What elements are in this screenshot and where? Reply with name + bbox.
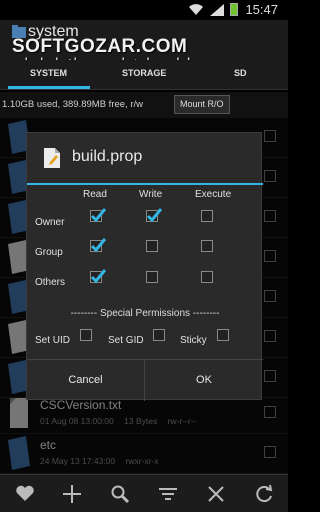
document-icon [44, 148, 60, 168]
row-label-group: Group [35, 247, 63, 258]
search-icon[interactable] [110, 484, 130, 504]
dialog-header: build.prop [27, 133, 263, 183]
others-read-checkbox[interactable] [90, 269, 106, 284]
refresh-icon[interactable] [254, 484, 274, 504]
owner-read-checkbox[interactable] [90, 208, 106, 223]
title-bar: system SOFTGOZAR.COM اولین دانشنامه نرم … [0, 20, 288, 72]
column-execute: Execute [195, 189, 232, 200]
sort-icon[interactable] [158, 484, 178, 504]
others-execute-checkbox[interactable] [201, 271, 213, 283]
setgid-label: Set GID [108, 335, 144, 346]
check-icon [90, 238, 106, 253]
group-execute-checkbox[interactable] [201, 240, 213, 252]
bottom-toolbar [0, 474, 288, 512]
check-icon [146, 208, 162, 223]
signal-icon [210, 4, 224, 16]
tab-bar: SYSTEM STORAGE SD [0, 60, 288, 90]
sticky-checkbox[interactable] [217, 329, 229, 341]
close-icon[interactable] [206, 484, 226, 504]
others-write-checkbox[interactable] [146, 271, 158, 283]
status-bar: 15:47 [0, 0, 288, 20]
check-icon [90, 269, 106, 284]
setuid-checkbox[interactable] [80, 329, 92, 341]
heart-icon[interactable] [15, 484, 35, 504]
check-icon [90, 208, 106, 223]
storage-info-bar: 1.10GB used, 389.89MB free, r/w Mount R/… [0, 92, 288, 118]
row-label-others: Others [35, 277, 66, 288]
wifi-icon [189, 4, 203, 15]
tab-selected-indicator [8, 86, 90, 89]
dialog-button-bar: Cancel OK [27, 359, 263, 401]
dialog-title-divider [27, 183, 263, 185]
group-write-checkbox[interactable] [146, 240, 158, 252]
owner-execute-checkbox[interactable] [201, 210, 213, 222]
owner-write-checkbox[interactable] [146, 208, 162, 223]
battery-icon [230, 3, 238, 16]
permissions-dialog: build.prop Read Write Execute Owner Grou… [26, 132, 263, 401]
column-read: Read [83, 189, 107, 200]
group-read-checkbox[interactable] [90, 238, 106, 253]
clock: 15:47 [245, 2, 278, 17]
tab-system[interactable]: SYSTEM [30, 68, 67, 78]
special-permissions-heading: -------- Special Permissions -------- [70, 308, 220, 319]
setgid-checkbox[interactable] [153, 329, 165, 341]
sticky-label: Sticky [180, 335, 207, 346]
setuid-label: Set UID [35, 335, 71, 346]
tab-sd[interactable]: SD [234, 68, 247, 78]
cancel-button[interactable]: Cancel [27, 360, 145, 401]
plus-icon[interactable] [62, 484, 82, 504]
ok-button[interactable]: OK [145, 360, 263, 401]
tab-storage[interactable]: STORAGE [122, 68, 166, 78]
row-label-owner: Owner [35, 217, 65, 228]
column-write: Write [139, 189, 163, 200]
mount-button[interactable]: Mount R/O [174, 95, 230, 114]
dialog-title: build.prop [72, 148, 143, 165]
watermark-text: SOFTGOZAR.COM [12, 36, 188, 57]
storage-usage-text: 1.10GB used, 389.89MB free, r/w [2, 99, 143, 110]
